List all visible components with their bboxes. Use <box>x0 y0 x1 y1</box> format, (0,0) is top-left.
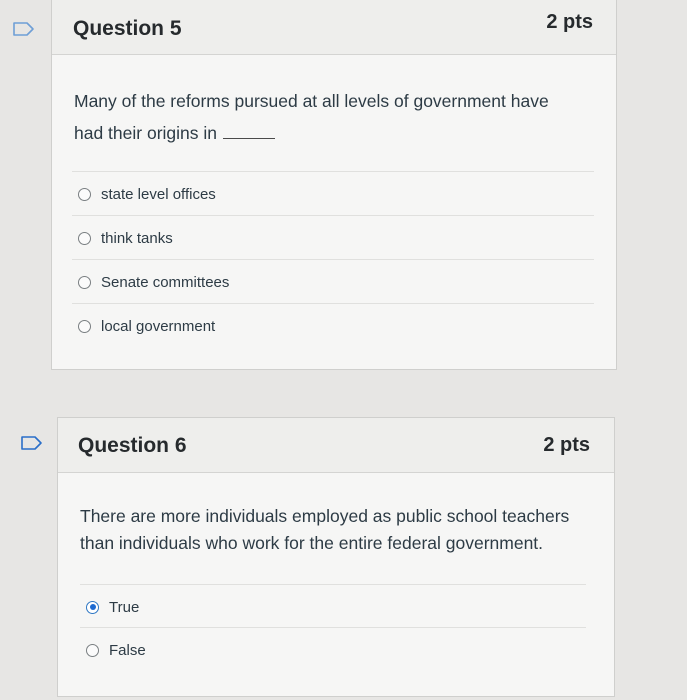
answer-label: think tanks <box>101 229 173 247</box>
answer-option[interactable]: False <box>80 627 586 672</box>
fill-in-blank <box>223 124 275 139</box>
question-text: Many of the reforms pursued at all level… <box>74 85 549 149</box>
answer-option[interactable]: True <box>80 584 586 629</box>
question-text: There are more individuals employed as p… <box>80 503 569 557</box>
answer-option[interactable]: think tanks <box>72 215 594 260</box>
answer-label: False <box>109 641 146 659</box>
answer-option[interactable]: Senate committees <box>72 259 594 304</box>
radio-button[interactable] <box>86 643 99 657</box>
flag-question-icon[interactable] <box>13 22 35 36</box>
answer-label: state level offices <box>101 185 216 203</box>
answer-label: Senate committees <box>101 273 230 291</box>
question-text-line: There are more individuals employed as p… <box>80 506 570 526</box>
radio-button[interactable] <box>78 231 91 245</box>
flag-question-icon[interactable] <box>21 436 43 450</box>
question-5-header: Question 5 2 pts <box>52 0 616 55</box>
answer-option[interactable]: local government <box>72 303 594 348</box>
radio-button[interactable] <box>78 275 91 289</box>
question-6-card: Question 6 2 pts There are more individu… <box>57 417 615 697</box>
question-points: 2 pts <box>546 11 593 33</box>
answer-label: local government <box>101 317 216 335</box>
question-title: Question 6 <box>78 434 187 457</box>
radio-button[interactable] <box>78 319 91 333</box>
radio-button-selected[interactable] <box>86 600 99 614</box>
radio-button[interactable] <box>78 187 91 201</box>
question-title: Question 5 <box>73 17 182 40</box>
question-6-header: Question 6 2 pts <box>58 418 614 473</box>
answer-label: True <box>109 598 140 616</box>
question-points: 2 pts <box>543 434 590 456</box>
question-text-line: Many of the reforms pursued at all level… <box>74 91 549 111</box>
answer-option[interactable]: state level offices <box>72 171 594 216</box>
question-text-line: had their origins in <box>74 123 217 143</box>
question-text-line: than individuals who work for the entire… <box>80 533 544 553</box>
question-5-card: Question 5 2 pts Many of the reforms pur… <box>51 0 617 370</box>
